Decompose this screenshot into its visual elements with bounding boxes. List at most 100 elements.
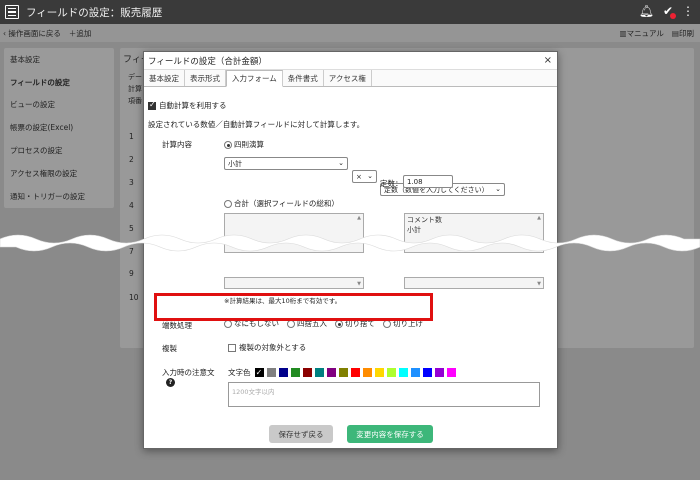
manual-link[interactable]: ▥マニュアル [620, 28, 664, 39]
color-swatch[interactable] [266, 368, 276, 377]
color-swatch[interactable] [362, 368, 372, 377]
tab-access-rights[interactable]: アクセス権 [324, 70, 372, 86]
sidebar-item-process[interactable]: プロセスの設定 [4, 139, 114, 162]
list-item[interactable]: コメント数 [407, 215, 541, 225]
rounding-round-radio[interactable] [287, 320, 295, 328]
bell-icon[interactable]: 🔔︎ [639, 4, 654, 18]
color-swatch[interactable] [302, 368, 312, 377]
background-text: 計算 [128, 85, 142, 93]
back-link[interactable]: ‹ 操作画面に戻る [3, 28, 61, 39]
calc-content-label: 計算内容 [162, 140, 192, 149]
color-swatch[interactable] [338, 368, 348, 377]
more-vertical-icon[interactable]: ⋮ [682, 4, 694, 18]
row-number: 10 [129, 293, 139, 302]
close-icon[interactable]: × [544, 55, 552, 66]
printer-icon: ▤ [671, 29, 679, 38]
duplicate-exclude-label: 複製の対象外とする [239, 343, 307, 352]
selected-fields-listbox-bottom[interactable]: ▼ [404, 277, 544, 289]
operator-select-value: × [356, 172, 362, 181]
arith-radio[interactable] [224, 141, 232, 149]
auto-calc-row[interactable]: 自動計算を利用する [148, 100, 227, 111]
add-label: 追加 [76, 28, 92, 38]
sub-toolbar: ‹ 操作画面に戻る ＋追加 ▥マニュアル ▤印刷 [0, 24, 700, 42]
torn-edge-divider [0, 234, 700, 252]
save-button[interactable]: 変更内容を保存する [347, 425, 433, 443]
color-swatch[interactable]: ✓ [254, 368, 264, 377]
color-swatch[interactable] [374, 368, 384, 377]
sidebar-item-excel-forms[interactable]: 帳票の設定(Excel) [4, 116, 114, 139]
top-icons: 🔔︎ ✔ ⋮ [639, 4, 694, 19]
app-title: フィールドの設定：販売履歴 [26, 6, 163, 19]
scroll-down-icon[interactable]: ▼ [537, 281, 541, 287]
chevron-down-icon: ⌄ [495, 185, 501, 193]
available-fields-listbox-bottom[interactable]: ▼ [224, 277, 364, 289]
color-swatch[interactable] [290, 368, 300, 377]
arith-option[interactable]: 四則演算 [224, 139, 264, 150]
cancel-button[interactable]: 保存せず戻る [269, 425, 333, 443]
rounding-highlight-box [154, 293, 433, 321]
background-text: デー [128, 73, 142, 81]
calc-description: 設定されている数値／自動計算フィールドに対して計算します。 [148, 120, 365, 129]
help-icon[interactable]: ? [166, 378, 175, 387]
background-text: 項番 [128, 97, 142, 105]
sidebar-item-fields[interactable]: フィールドの設定 [4, 71, 114, 94]
back-label: 操作画面に戻る [8, 28, 61, 38]
row-number: 1 [129, 132, 134, 141]
dialog-header: フィールドの設定（合計金額） × [144, 52, 557, 70]
row-number: 3 [129, 178, 134, 187]
sum-label: 合計（選択フィールドの総和） [234, 199, 339, 208]
dialog-tabs: 基本設定 表示形式 入力フォーム 条件書式 アクセス権 [144, 70, 557, 87]
add-button[interactable]: ＋追加 [69, 28, 92, 39]
auto-calc-checkbox[interactable] [148, 100, 156, 110]
duplicate-label: 複製 [162, 344, 177, 353]
duplicate-exclude-checkbox[interactable] [228, 344, 236, 352]
print-label: 印刷 [679, 29, 694, 38]
scroll-down-icon[interactable]: ▼ [357, 281, 361, 287]
color-swatch[interactable] [350, 368, 360, 377]
chevron-down-icon: ⌄ [367, 172, 373, 180]
settings-sidebar: 基本設定 フィールドの設定 ビューの設定 帳票の設定(Excel) プロセスの設… [4, 48, 114, 208]
hamburger-menu-icon[interactable] [5, 5, 19, 19]
color-swatch[interactable] [326, 368, 336, 377]
text-color-label: 文字色 [228, 368, 251, 377]
scroll-up-icon[interactable]: ▲ [537, 215, 541, 221]
dialog-title: フィールドの設定（合計金額） [148, 56, 267, 67]
sidebar-item-basic[interactable]: 基本設定 [4, 48, 114, 71]
tab-conditional-format[interactable]: 条件書式 [283, 70, 324, 86]
print-link[interactable]: ▤印刷 [672, 28, 694, 39]
row-number: 4 [129, 201, 134, 210]
color-swatch[interactable] [386, 368, 396, 377]
duplicate-exclude-row[interactable]: 複製の対象外とする [228, 342, 306, 353]
sidebar-item-notifications[interactable]: 通知・トリガーの設定 [4, 185, 114, 208]
color-swatch[interactable] [434, 368, 444, 377]
tab-display-format[interactable]: 表示形式 [185, 70, 226, 86]
notification-dot [670, 13, 676, 19]
text-color-row: 文字色 ✓ [228, 367, 459, 378]
color-swatch[interactable] [410, 368, 420, 377]
color-swatch[interactable] [446, 368, 456, 377]
chevron-down-icon: ⌄ [338, 159, 344, 167]
checkmark-notification-icon[interactable]: ✔ [663, 4, 676, 19]
sidebar-item-access[interactable]: アクセス権限の設定 [4, 162, 114, 185]
rounding-none-radio[interactable] [224, 320, 232, 328]
color-swatch[interactable] [314, 368, 324, 377]
tab-input-form[interactable]: 入力フォーム [226, 70, 283, 87]
constant-input[interactable]: 1.08 [403, 175, 453, 188]
input-notes-textarea[interactable]: 1200文字以内 [228, 382, 540, 407]
sidebar-item-views[interactable]: ビューの設定 [4, 94, 114, 117]
color-swatch[interactable] [398, 368, 408, 377]
color-swatch[interactable] [422, 368, 432, 377]
rounding-label: 端数処理 [162, 321, 192, 330]
field-select[interactable]: 小計 ⌄ [224, 157, 348, 170]
rounding-ceil-radio[interactable] [383, 320, 391, 328]
operator-select[interactable]: × ⌄ [352, 170, 377, 183]
color-swatches: ✓ [254, 368, 459, 377]
rounding-floor-radio[interactable] [335, 320, 343, 328]
sum-radio[interactable] [224, 200, 232, 208]
row-number: 9 [129, 269, 134, 278]
book-icon: ▥ [619, 29, 627, 38]
tab-basic[interactable]: 基本設定 [144, 70, 185, 86]
scroll-up-icon[interactable]: ▲ [357, 215, 361, 221]
sum-option[interactable]: 合計（選択フィールドの総和） [224, 198, 339, 209]
color-swatch[interactable] [278, 368, 288, 377]
